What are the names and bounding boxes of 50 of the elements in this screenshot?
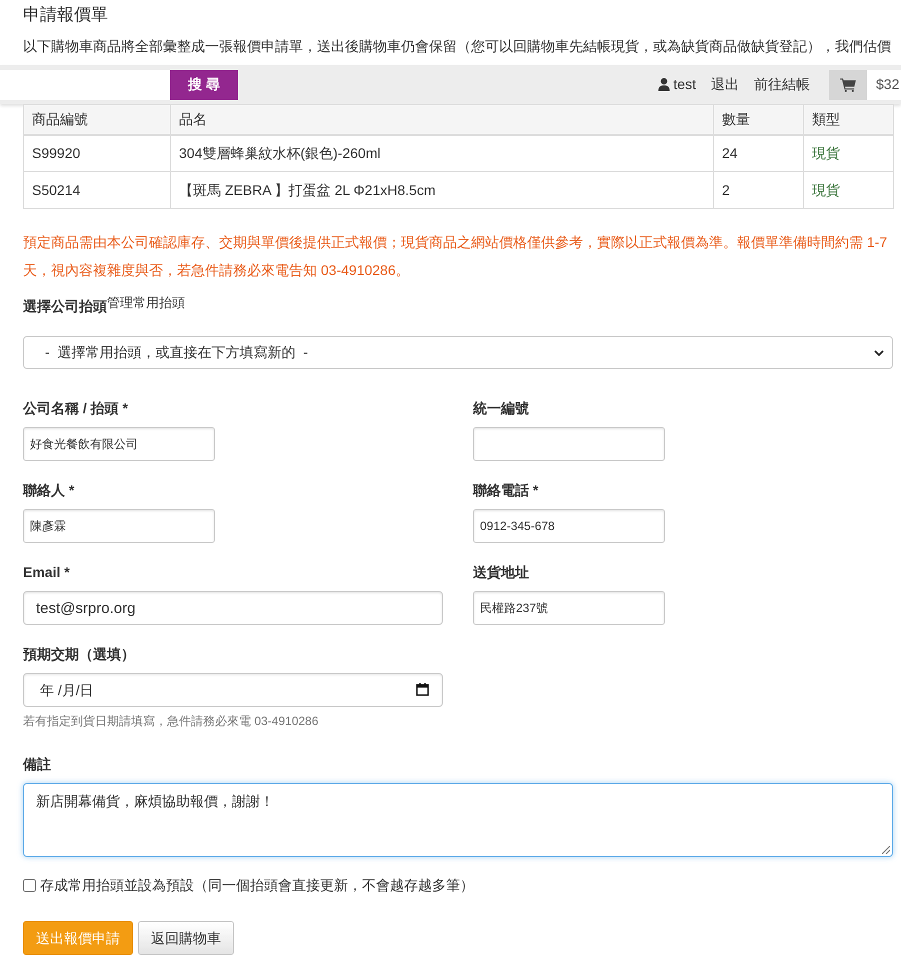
- table-cell: 【斑馬 ZEBRA 】打蛋盆 2L Φ21xH8.5cm: [170, 172, 714, 208]
- user-icon: [658, 78, 670, 91]
- checkbox[interactable]: [23, 878, 36, 892]
- stock-type-cell: 現貨: [804, 172, 894, 208]
- checkbox-label: 存成常用抬頭並設為預設（同一個抬頭會直接更新，不會越存越多筆）: [40, 876, 474, 894]
- search-button[interactable]: 搜 尋: [170, 70, 238, 100]
- text-field[interactable]: 民權路237號: [473, 591, 665, 625]
- calendar-icon[interactable]: [416, 683, 429, 696]
- table-header-cell: 商品編號: [24, 104, 170, 134]
- table-header-cell: 類型: [804, 104, 894, 134]
- intro-text: 以下購物車商品將全部彙整成一張報價申請單，送出後購物車仍會保留（您可以回購物車先結帳現貨，或為缺貨商品做缺貨登記），我們估價: [23, 37, 891, 56]
- table-header-cell: 品名: [170, 104, 714, 134]
- table-cell: 304雙層蜂巢紋水杯(銀色)-260ml: [170, 134, 714, 172]
- text-field[interactable]: 0912-345-678: [473, 509, 665, 543]
- field-label: 聯絡人 *: [23, 481, 74, 500]
- table-cell: 24: [714, 134, 804, 172]
- field-label: 送貨地址: [473, 563, 529, 582]
- email-field[interactable]: test@srpro.org: [23, 591, 443, 625]
- field-label: 統一編號: [473, 399, 529, 418]
- table-cell: 2: [714, 172, 804, 208]
- select-label: 選擇公司抬頭: [23, 297, 107, 316]
- date-field[interactable]: 年 /月/日: [23, 673, 443, 707]
- chevron-down-icon: [874, 350, 884, 356]
- back-button[interactable]: 返回購物車: [138, 921, 234, 955]
- resize-grip-icon[interactable]: [882, 846, 890, 854]
- cart-button[interactable]: [829, 70, 867, 100]
- field-label: 備註: [23, 755, 51, 774]
- notes-field[interactable]: 新店開幕備貨，麻煩協助報價，謝謝！: [23, 783, 893, 857]
- notice-text: 預定商品需由本公司確認庫存、交期與單價後提供正式報價；現貨商品之網站價格僅供參考，實際以正式報價為準。報價單準備時間約需 1-7 天，視內容複雜度與否，若急件請務必來電告知 03-4910286。: [23, 233, 888, 280]
- cart-icon: [840, 78, 856, 92]
- header-select[interactable]: - 選擇常用抬頭，或直接在下方填寫新的 -: [23, 336, 893, 369]
- table-header-cell: 數量: [714, 104, 804, 134]
- table-cell: S50214: [24, 172, 170, 208]
- field-label: 預期交期（選填）: [23, 645, 135, 664]
- search-field[interactable]: [0, 70, 170, 100]
- table-cell: S99920: [24, 134, 170, 172]
- manage-headers-link[interactable]: 管理常用抬頭: [107, 295, 185, 311]
- field-label: Email *: [23, 563, 70, 582]
- user-link[interactable]: test: [658, 74, 696, 95]
- text-field[interactable]: [473, 427, 665, 461]
- cart-total: $32: [867, 70, 901, 100]
- nav-link[interactable]: 退出: [711, 74, 739, 95]
- field-label: 聯絡電話 *: [473, 481, 538, 500]
- stock-type-cell: 現貨: [804, 134, 894, 172]
- text-field[interactable]: 陳彥霖: [23, 509, 215, 543]
- page-title: 申請報價單: [23, 4, 108, 26]
- hint-text: 若有指定到貨日期請填寫，急件請務必來電 03-4910286: [23, 713, 318, 729]
- nav-link[interactable]: 前往結帳: [754, 74, 810, 95]
- text-field[interactable]: 好食光餐飲有限公司: [23, 427, 215, 461]
- field-label: 公司名稱 / 抬頭 *: [23, 399, 128, 418]
